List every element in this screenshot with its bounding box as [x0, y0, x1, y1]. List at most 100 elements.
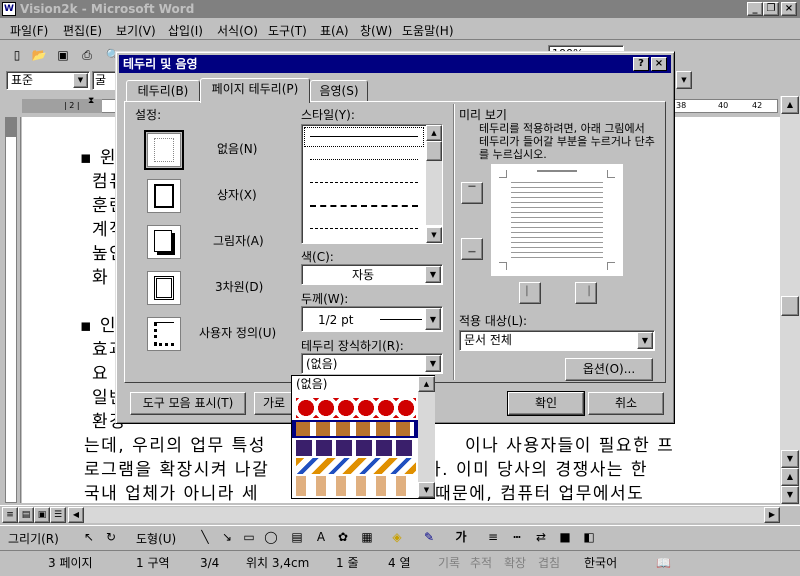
- font-box[interactable]: 굴림: [92, 71, 116, 90]
- style-option-dotted[interactable]: [310, 159, 418, 160]
- restore-button[interactable]: ❐: [763, 2, 779, 16]
- scroll-thumb[interactable]: [781, 296, 799, 316]
- menu-file[interactable]: 파일(F): [10, 22, 48, 39]
- cancel-button[interactable]: 취소: [588, 392, 664, 415]
- preview-page[interactable]: [491, 164, 623, 276]
- save-icon[interactable]: ▣: [54, 46, 72, 64]
- ok-button[interactable]: 확인: [507, 391, 585, 416]
- scroll-thumb[interactable]: [426, 141, 442, 161]
- page-layout-view-icon[interactable]: ▣: [34, 507, 50, 523]
- spelling-status-icon[interactable]: 📖: [656, 554, 671, 573]
- setting-3d-icon[interactable]: [147, 271, 181, 305]
- menu-tools[interactable]: 도구(T): [268, 22, 307, 39]
- new-document-icon[interactable]: ▯: [8, 46, 26, 64]
- rotate-icon[interactable]: ↻: [102, 528, 120, 546]
- menu-view[interactable]: 보기(V): [116, 22, 156, 39]
- options-button[interactable]: 옵션(O)...: [565, 358, 653, 381]
- scroll-left-icon[interactable]: ◀: [68, 507, 84, 523]
- online-view-icon[interactable]: ▤: [18, 507, 34, 523]
- dialog-help-button[interactable]: ?: [633, 57, 649, 71]
- scroll-down-icon[interactable]: ▼: [426, 227, 442, 243]
- art-option-icecream[interactable]: [296, 476, 416, 496]
- text-box-icon[interactable]: ▤: [288, 528, 306, 546]
- scroll-down-icon[interactable]: ▼: [781, 450, 799, 468]
- setting-box-label[interactable]: 상자(X): [217, 186, 257, 203]
- 3d-icon[interactable]: ◧: [580, 528, 598, 546]
- art-dropdown-list[interactable]: (없음) ▲ ▼: [291, 375, 435, 499]
- status-extend[interactable]: 확장: [504, 554, 526, 573]
- top-border-toggle-icon[interactable]: ▔: [461, 182, 483, 204]
- art-option-cakes[interactable]: [292, 420, 418, 438]
- style-option-dashed[interactable]: [310, 182, 418, 183]
- art-list-scroll-track[interactable]: [418, 392, 435, 482]
- minimize-button[interactable]: _: [747, 2, 763, 16]
- setting-shadow-icon[interactable]: [147, 225, 181, 259]
- tab-borders[interactable]: 테두리(B): [126, 80, 200, 102]
- art-option-apples[interactable]: [296, 398, 416, 418]
- menu-insert[interactable]: 삽입(I): [168, 22, 203, 39]
- setting-none-icon[interactable]: [144, 130, 184, 170]
- setting-custom-label[interactable]: 사용자 정의(U): [199, 324, 276, 341]
- word-app-icon[interactable]: W: [2, 2, 16, 16]
- scroll-up-icon[interactable]: ▲: [781, 96, 799, 114]
- chevron-down-icon[interactable]: ▼: [425, 355, 441, 372]
- previous-page-icon[interactable]: ▲: [781, 468, 799, 486]
- scroll-up-icon[interactable]: ▲: [418, 376, 435, 392]
- menu-help[interactable]: 도움말(H): [402, 22, 454, 39]
- status-track[interactable]: 추적: [470, 554, 492, 573]
- scroll-down-icon[interactable]: ▼: [418, 482, 435, 498]
- rectangle-icon[interactable]: ▭: [240, 528, 258, 546]
- setting-shadow-label[interactable]: 그림자(A): [213, 232, 264, 249]
- style-option-long-dash[interactable]: [310, 205, 418, 207]
- vertical-scrollbar[interactable]: ▲ ▼ ▲ ▼: [780, 96, 800, 505]
- autoshapes-menu[interactable]: 도형(U): [136, 530, 176, 547]
- line-color-icon[interactable]: ✎: [420, 528, 438, 546]
- print-icon[interactable]: ⎙: [78, 46, 96, 64]
- line-style-icon[interactable]: ≡: [484, 528, 502, 546]
- horizontal-line-button[interactable]: 가로: [254, 392, 294, 415]
- setting-3d-label[interactable]: 3차원(D): [215, 278, 263, 295]
- chevron-down-icon[interactable]: ▼: [425, 266, 441, 283]
- menu-table[interactable]: 표(A): [320, 22, 349, 39]
- menu-window[interactable]: 창(W): [360, 22, 392, 39]
- chevron-down-icon[interactable]: ▼: [425, 308, 441, 330]
- style-list[interactable]: ▲ ▼: [301, 124, 443, 244]
- status-overtype[interactable]: 겹침: [538, 554, 560, 573]
- menu-edit[interactable]: 편집(E): [63, 22, 102, 39]
- art-select[interactable]: (없음) ▼: [301, 353, 443, 374]
- select-arrow-icon[interactable]: ↖: [80, 528, 98, 546]
- width-select[interactable]: 1/2 pt ▼: [301, 306, 443, 332]
- scroll-right-icon[interactable]: ▶: [764, 507, 780, 523]
- oval-icon[interactable]: ◯: [262, 528, 280, 546]
- style-box[interactable]: 표준 ▼: [6, 71, 90, 90]
- wordart-icon[interactable]: A: [312, 528, 330, 546]
- dialog-close-button[interactable]: ×: [651, 57, 667, 71]
- setting-custom-icon[interactable]: [147, 317, 181, 351]
- dash-style-icon[interactable]: ┅: [508, 528, 526, 546]
- setting-none-label[interactable]: 없음(N): [217, 140, 257, 157]
- left-border-toggle-icon[interactable]: ▏: [519, 282, 541, 304]
- arrow-style-icon[interactable]: ⇄: [532, 528, 550, 546]
- tab-shading[interactable]: 음영(S): [310, 80, 368, 102]
- font-color-icon[interactable]: 가: [452, 528, 470, 546]
- picture-icon[interactable]: ▦: [358, 528, 376, 546]
- art-option-pastries[interactable]: [296, 440, 416, 456]
- setting-box-icon[interactable]: [147, 179, 181, 213]
- menu-format[interactable]: 서식(O): [217, 22, 258, 39]
- color-select[interactable]: 자동 ▼: [301, 264, 443, 285]
- draw-menu[interactable]: 그리기(R): [8, 530, 59, 547]
- app-close-button[interactable]: ×: [781, 2, 797, 16]
- chevron-down-icon[interactable]: ▼: [637, 332, 653, 349]
- bottom-border-toggle-icon[interactable]: ▁: [461, 238, 483, 260]
- next-page-icon[interactable]: ▼: [781, 486, 799, 504]
- style-option-solid[interactable]: [310, 136, 418, 137]
- show-toolbar-button[interactable]: 도구 모음 표시(T): [130, 392, 246, 415]
- outline-view-icon[interactable]: ☰: [50, 507, 66, 523]
- right-border-toggle-icon[interactable]: ▕: [575, 282, 597, 304]
- shadow-icon[interactable]: ■: [556, 528, 574, 546]
- status-record[interactable]: 기록: [438, 554, 460, 573]
- scroll-up-icon[interactable]: ▲: [426, 125, 442, 141]
- indent-marker-icon[interactable]: ⧗: [88, 96, 94, 106]
- clipart-icon[interactable]: ✿: [334, 528, 352, 546]
- art-option-candy[interactable]: [296, 458, 416, 474]
